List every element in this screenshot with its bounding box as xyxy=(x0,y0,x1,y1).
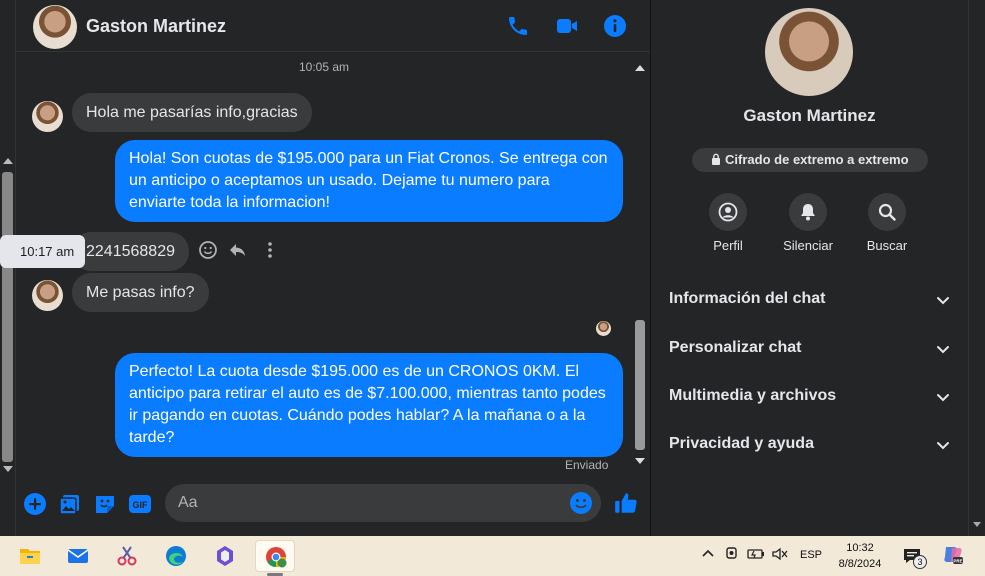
profile-icon xyxy=(709,193,747,231)
search-label: Buscar xyxy=(866,238,908,253)
section-privacy-help[interactable]: Privacidad y ayuda xyxy=(669,432,951,458)
more-options-icon[interactable] xyxy=(260,240,282,262)
edge-icon[interactable] xyxy=(156,540,196,572)
message-outgoing[interactable]: Hola! Son cuotas de $195.000 para un Fia… xyxy=(115,140,623,222)
lock-icon xyxy=(711,149,721,173)
section-label: Información del chat xyxy=(669,290,826,307)
emoji-icon[interactable] xyxy=(569,491,593,515)
screen: Gaston Martinez 10:05 am Hola me pasaría… xyxy=(0,0,985,576)
chevron-down-icon xyxy=(935,341,951,357)
clock[interactable]: 10:32 8/8/2024 xyxy=(830,540,890,572)
chevron-down-icon xyxy=(935,292,951,308)
chat-panel: Gaston Martinez 10:05 am Hola me pasaría… xyxy=(0,0,650,536)
snipping-tool-icon[interactable] xyxy=(107,540,147,572)
section-label: Personalizar chat xyxy=(669,339,802,356)
notification-count-badge: 3 xyxy=(913,555,927,569)
message-incoming[interactable]: Hola me pasarías info,gracias xyxy=(72,93,312,132)
clock-time: 10:32 xyxy=(846,542,874,554)
video-call-icon[interactable] xyxy=(555,14,579,38)
language-indicator[interactable]: ESP xyxy=(800,549,822,561)
profile-label: Perfil xyxy=(713,238,743,253)
clock-date: 8/8/2024 xyxy=(838,558,882,570)
profile-avatar[interactable] xyxy=(765,8,853,96)
message-hover-actions xyxy=(198,240,278,262)
left-scroll-down-arrow[interactable] xyxy=(3,466,13,472)
mail-icon[interactable] xyxy=(58,540,98,572)
photo-gallery-icon[interactable] xyxy=(58,492,82,516)
left-panel-edge xyxy=(0,0,16,536)
message-timestamp: 10:05 am xyxy=(299,60,350,74)
section-label: Privacidad y ayuda xyxy=(669,435,814,452)
react-emoji-icon[interactable] xyxy=(198,240,220,262)
svg-text:GIF: GIF xyxy=(133,500,149,510)
scrollbar-thumb[interactable] xyxy=(635,320,645,450)
composer: GIF xyxy=(16,476,650,536)
section-customize-chat[interactable]: Personalizar chat xyxy=(669,336,951,362)
time-tooltip: 10:17 am xyxy=(0,235,86,268)
search-icon xyxy=(868,193,906,231)
info-icon[interactable] xyxy=(603,14,627,38)
thumbs-up-icon[interactable] xyxy=(613,490,637,514)
volume-muted-icon[interactable] xyxy=(771,546,791,566)
scroll-down-arrow[interactable] xyxy=(635,458,645,464)
message-input-container xyxy=(165,484,601,522)
sender-avatar[interactable] xyxy=(32,101,63,132)
taskbar: ESP 10:32 8/8/2024 3 PRE xyxy=(0,536,985,576)
message-outgoing[interactable]: Perfecto! La cuota desde $195.000 es de … xyxy=(115,353,623,457)
scroll-down-arrow[interactable] xyxy=(973,522,981,527)
chrome-icon[interactable] xyxy=(255,540,295,572)
section-label: Multimedia y archivos xyxy=(669,387,837,404)
message-input[interactable] xyxy=(178,484,558,522)
reply-icon[interactable] xyxy=(228,240,250,262)
chevron-down-icon xyxy=(935,389,951,405)
battery-icon[interactable] xyxy=(747,546,767,566)
sticker-icon[interactable] xyxy=(93,492,117,516)
seen-indicator-avatar xyxy=(596,321,611,336)
mute-label: Silenciar xyxy=(783,238,833,253)
message-status: Enviado xyxy=(565,458,609,472)
chevron-up-icon[interactable] xyxy=(700,546,720,566)
section-chat-info[interactable]: Información del chat xyxy=(669,287,951,313)
gif-icon[interactable]: GIF xyxy=(128,492,152,516)
message-incoming[interactable]: 2241568829 xyxy=(72,232,189,271)
conversation-info-panel: Gaston Martinez Cifrado de extremo a ext… xyxy=(651,0,968,536)
e2e-label: Cifrado de extremo a extremo xyxy=(725,152,909,167)
scroll-up-arrow[interactable] xyxy=(635,65,645,71)
sender-avatar[interactable] xyxy=(32,280,63,311)
search-button[interactable]: Buscar xyxy=(847,193,927,253)
left-scrollbar-thumb[interactable] xyxy=(2,172,13,462)
chevron-down-icon xyxy=(935,437,951,453)
e2e-badge[interactable]: Cifrado de extremo a extremo xyxy=(692,148,928,172)
contact-avatar[interactable] xyxy=(33,5,77,49)
left-scroll-up-arrow[interactable] xyxy=(3,158,13,164)
webcam-icon[interactable] xyxy=(724,546,744,566)
file-explorer-icon[interactable] xyxy=(10,540,50,572)
profile-button[interactable]: Perfil xyxy=(688,193,768,253)
chat-header: Gaston Martinez xyxy=(16,0,650,52)
contact-name[interactable]: Gaston Martinez xyxy=(86,16,226,37)
right-scrollbar[interactable] xyxy=(968,0,985,536)
svg-text:PRE: PRE xyxy=(953,559,962,564)
message-incoming[interactable]: Me pasas info? xyxy=(72,273,209,312)
phone-call-icon[interactable] xyxy=(506,14,530,38)
copilot-tray-icon[interactable]: PRE xyxy=(942,544,963,564)
section-media-files[interactable]: Multimedia y archivos xyxy=(669,384,951,410)
chat-scrollbar[interactable] xyxy=(633,62,647,468)
plus-icon[interactable] xyxy=(23,492,47,516)
bell-icon xyxy=(789,193,827,231)
copilot-icon[interactable] xyxy=(205,540,245,572)
message-list[interactable]: 10:05 am Hola me pasarías info,gracias H… xyxy=(16,53,633,473)
profile-name: Gaston Martinez xyxy=(743,106,876,125)
mute-button[interactable]: Silenciar xyxy=(768,193,848,253)
